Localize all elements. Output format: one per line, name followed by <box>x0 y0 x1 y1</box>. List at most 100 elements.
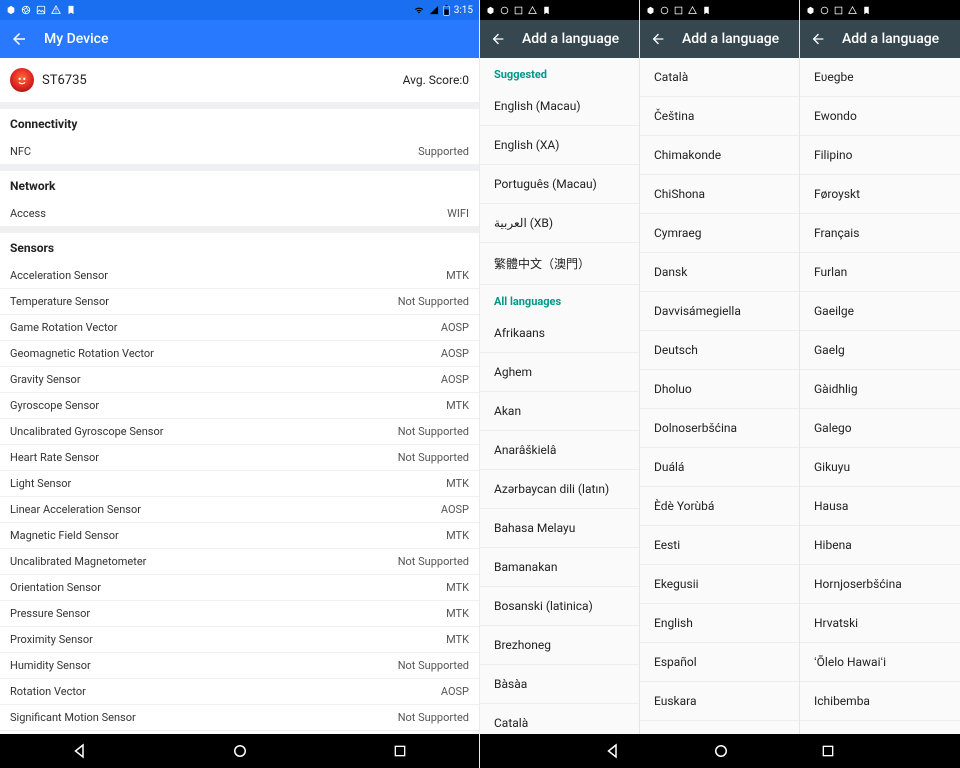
language-item[interactable]: Akan <box>480 392 639 431</box>
row-key: Linear Acceleration Sensor <box>10 503 141 516</box>
status-left-icons <box>6 5 76 15</box>
language-item[interactable]: Eʋegbe <box>800 58 960 97</box>
language-item[interactable]: Gaeilge <box>800 292 960 331</box>
signal-icon <box>429 5 439 15</box>
nav-back-icon[interactable] <box>71 742 89 760</box>
bookmark-icon <box>66 5 76 15</box>
status-bar <box>640 0 799 20</box>
language-item[interactable]: Hornjoserbšćina <box>800 565 960 604</box>
row-value: Not Supported <box>398 659 469 672</box>
app-bar-title: Add a language <box>842 31 939 47</box>
language-item[interactable]: Ewondo <box>800 97 960 136</box>
app-bar-title: My Device <box>44 31 108 47</box>
row-key: Acceleration Sensor <box>10 269 108 282</box>
hexagon-icon <box>6 5 16 15</box>
language-item[interactable]: Français <box>800 214 960 253</box>
language-item[interactable]: English (Macau) <box>480 87 639 126</box>
bookmark-icon <box>542 6 551 15</box>
nav-recent-icon[interactable] <box>392 743 408 759</box>
row-value: AOSP <box>441 503 469 516</box>
language-item[interactable]: Gaelg <box>800 331 960 370</box>
language-item[interactable]: Español <box>640 643 799 682</box>
language-list[interactable]: CatalàČeštinaChimakondeChiShonaCymraegDa… <box>640 58 799 768</box>
language-item[interactable]: Hrvatski <box>800 604 960 643</box>
language-item[interactable]: Hibena <box>800 526 960 565</box>
back-icon[interactable] <box>810 31 826 47</box>
row-key: Pressure Sensor <box>10 607 90 620</box>
language-item[interactable]: Davvisámegiella <box>640 292 799 331</box>
language-item[interactable]: Hausa <box>800 487 960 526</box>
language-item[interactable]: Bàsàa <box>480 665 639 704</box>
language-item[interactable]: Galego <box>800 409 960 448</box>
device-header-row: ST6735 Avg. Score:0 <box>0 58 479 103</box>
language-item[interactable]: Čeština <box>640 97 799 136</box>
nav-back-icon[interactable] <box>604 742 622 760</box>
device-row: Orientation SensorMTK <box>0 575 479 601</box>
language-item[interactable]: Føroyskt <box>800 175 960 214</box>
language-item[interactable]: Anarâškielâ <box>480 431 639 470</box>
bookmark-icon <box>702 6 711 15</box>
language-item[interactable]: Aghem <box>480 353 639 392</box>
hexagon-icon <box>806 6 815 15</box>
language-item[interactable]: Èdè Yorùbá <box>640 487 799 526</box>
language-list[interactable]: Suggested English (Macau)English (XA)Por… <box>480 58 639 768</box>
language-item[interactable]: Azərbaycan dili (latın) <box>480 470 639 509</box>
nav-recent-icon[interactable] <box>820 743 836 759</box>
language-item[interactable]: Ekegusii <box>640 565 799 604</box>
back-icon[interactable] <box>490 31 506 47</box>
device-row: Uncalibrated MagnetometerNot Supported <box>0 549 479 575</box>
clock-text: 3:15 <box>454 5 473 16</box>
language-item[interactable]: Dansk <box>640 253 799 292</box>
language-item[interactable]: Deutsch <box>640 331 799 370</box>
language-item[interactable]: English <box>640 604 799 643</box>
language-item[interactable]: العربية (XB) <box>480 204 639 243</box>
app-bar: My Device <box>0 20 479 58</box>
language-item[interactable]: English (XA) <box>480 126 639 165</box>
language-item[interactable]: Bosanski (latinica) <box>480 587 639 626</box>
language-item[interactable]: Brezhoneg <box>480 626 639 665</box>
row-key: Magnetic Field Sensor <box>10 529 119 542</box>
language-item[interactable]: Duálá <box>640 448 799 487</box>
language-item[interactable]: ChiShona <box>640 175 799 214</box>
row-value: Not Supported <box>398 295 469 308</box>
language-item[interactable]: Ichibemba <box>800 682 960 721</box>
language-item[interactable]: Furlan <box>800 253 960 292</box>
back-icon[interactable] <box>10 30 28 48</box>
language-item[interactable]: Bahasa Melayu <box>480 509 639 548</box>
status-right: 3:15 <box>413 5 473 16</box>
language-item[interactable]: 繁體中文（澳門） <box>480 243 639 285</box>
row-key: Orientation Sensor <box>10 581 101 594</box>
aperture-icon <box>820 6 829 15</box>
app-bar-title: Add a language <box>682 31 779 47</box>
app-bar-title: Add a language <box>522 31 619 47</box>
language-item[interactable]: Chimakonde <box>640 136 799 175</box>
language-item[interactable]: Cymraeg <box>640 214 799 253</box>
language-item[interactable]: Eesti <box>640 526 799 565</box>
language-item[interactable]: Gàidhlig <box>800 370 960 409</box>
row-key: Rotation Vector <box>10 685 86 698</box>
language-item[interactable]: Euskara <box>640 682 799 721</box>
warning-icon <box>688 6 697 15</box>
language-item[interactable]: Català <box>640 58 799 97</box>
language-item[interactable]: Gikuyu <box>800 448 960 487</box>
language-item[interactable]: Dolnoserbšćina <box>640 409 799 448</box>
language-item[interactable]: ʻŌlelo Hawaiʻi <box>800 643 960 682</box>
language-list[interactable]: EʋegbeEwondoFilipinoFøroysktFrançaisFurl… <box>800 58 960 768</box>
nav-home-icon[interactable] <box>712 742 730 760</box>
back-icon[interactable] <box>650 31 666 47</box>
image-icon <box>36 5 46 15</box>
bookmark-icon <box>862 6 871 15</box>
device-row: Pressure SensorMTK <box>0 601 479 627</box>
nav-home-icon[interactable] <box>231 742 249 760</box>
row-key: Significant Motion Sensor <box>10 711 136 724</box>
row-value: AOSP <box>441 685 469 698</box>
language-item[interactable]: Português (Macau) <box>480 165 639 204</box>
language-item[interactable]: Filipino <box>800 136 960 175</box>
device-row: Gyroscope SensorMTK <box>0 393 479 419</box>
language-item[interactable]: Afrikaans <box>480 314 639 353</box>
device-body: ST6735 Avg. Score:0 Connectivity NFCSupp… <box>0 58 479 734</box>
device-row: Uncalibrated Gyroscope SensorNot Support… <box>0 419 479 445</box>
language-screen-2: Add a language CatalàČeštinaChimakondeCh… <box>640 0 800 768</box>
language-item[interactable]: Dholuo <box>640 370 799 409</box>
language-item[interactable]: Bamanakan <box>480 548 639 587</box>
